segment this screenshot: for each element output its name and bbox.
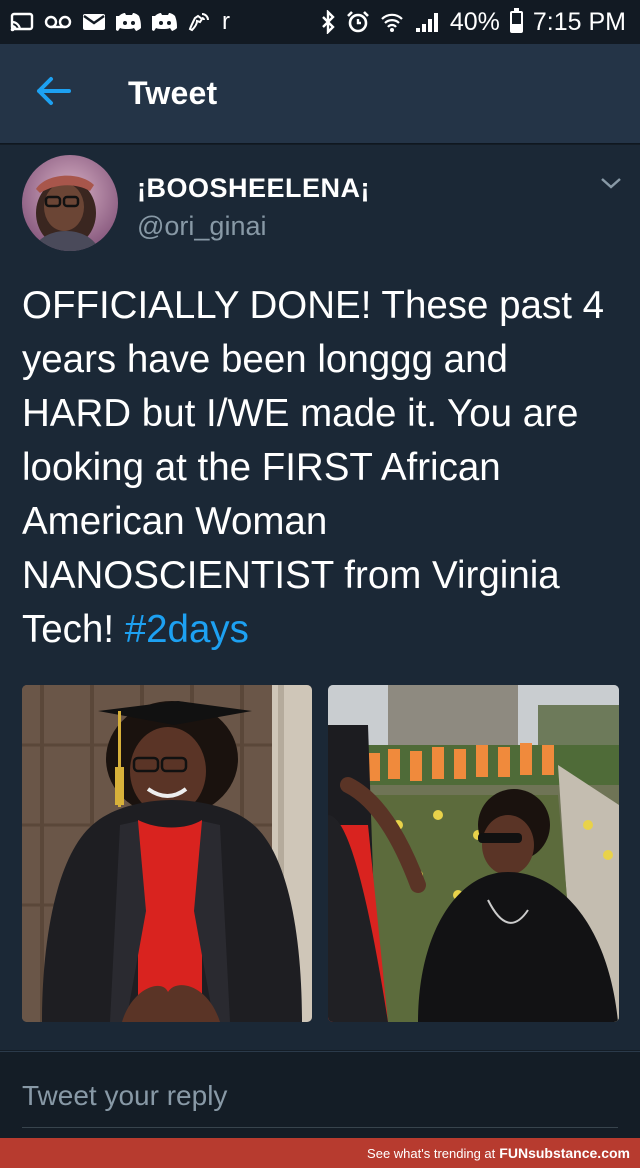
arrow-left-icon <box>35 76 71 111</box>
wifi-calling-icon <box>188 10 212 34</box>
watermark-brand-bold: FUN <box>499 1145 529 1161</box>
discord-icon <box>116 11 142 33</box>
voicemail-icon <box>44 14 72 30</box>
signal-icon <box>414 10 440 34</box>
status-right-icons: 40% 7:15 PM <box>320 8 626 37</box>
wifi-icon <box>380 11 404 33</box>
tweet-card: ¡BOOSHEELENA¡ @ori_ginai OFFICIALLY DONE… <box>0 145 640 1050</box>
mail-icon <box>82 12 106 32</box>
hashtag-link[interactable]: #2days <box>125 608 249 651</box>
status-left-icons: r <box>10 8 230 36</box>
display-name[interactable]: ¡BOOSHEELENA¡ <box>137 173 370 204</box>
graduate-portrait-photo[interactable] <box>22 685 312 1022</box>
battery-icon <box>509 8 523 33</box>
carrier-glyph: r <box>222 8 230 35</box>
battery-level-fill <box>511 23 521 31</box>
user-handle[interactable]: @ori_ginai <box>137 211 266 242</box>
battery-percent: 40% <box>449 7 500 36</box>
status-bar: r 40% 7:15 PM <box>0 0 640 44</box>
app-bar: Tweet <box>0 44 640 144</box>
reply-input[interactable]: Tweet your reply <box>22 1080 227 1112</box>
watermark-brand: FUNsubstance.com <box>499 1145 630 1161</box>
back-button[interactable] <box>0 44 106 144</box>
watermark-bar: See what's trending at FUNsubstance.com <box>0 1138 640 1168</box>
tweet-body: OFFICIALLY DONE! These past 4 years have… <box>22 284 605 651</box>
status-time: 7:15 PM <box>532 7 626 36</box>
reply-bar: Tweet your reply <box>0 1051 640 1138</box>
alarm-icon <box>346 10 370 34</box>
tweet-text: OFFICIALLY DONE! These past 4 years have… <box>22 279 622 657</box>
watermark-text: See what's trending at <box>367 1145 496 1161</box>
cast-icon <box>10 12 34 32</box>
avatar[interactable] <box>22 155 118 251</box>
family-celebration-photo[interactable] <box>328 685 619 1022</box>
page-title: Tweet <box>128 75 218 111</box>
reply-underline <box>22 1127 618 1128</box>
discord-icon <box>152 11 178 33</box>
bluetooth-icon <box>320 10 336 34</box>
watermark-brand-rest: substance.com <box>528 1145 630 1161</box>
chevron-down-icon[interactable] <box>596 173 626 193</box>
